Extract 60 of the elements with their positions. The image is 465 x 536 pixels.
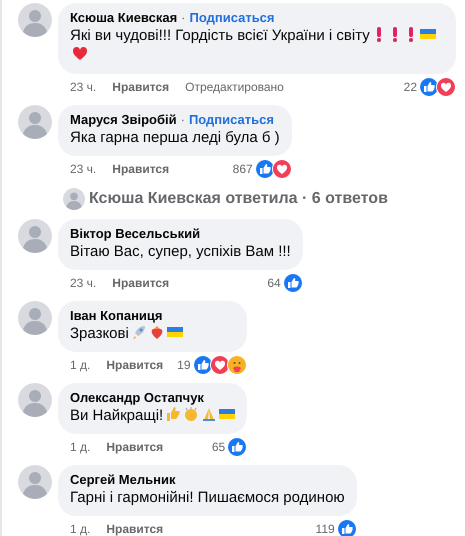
- timestamp[interactable]: 23 ч.: [70, 80, 96, 94]
- heart-emoji-icon: [72, 46, 88, 62]
- author-name[interactable]: Іван Копаниця: [70, 307, 163, 324]
- like-reaction-icon[interactable]: [419, 77, 439, 97]
- flag-emoji-icon: [166, 324, 183, 340]
- avatar-icon[interactable]: [18, 301, 52, 335]
- timestamp[interactable]: 23 ч.: [70, 276, 96, 290]
- comment-text: Вітаю Вас, супер, успіхів Вам !!!: [70, 242, 291, 262]
- like-link[interactable]: Нравится: [106, 358, 164, 372]
- timestamp[interactable]: 23 ч.: [70, 162, 96, 176]
- reaction-count[interactable]: 65: [212, 440, 226, 454]
- like-reaction-icon[interactable]: [254, 159, 275, 179]
- like-reaction-icon[interactable]: [227, 437, 248, 457]
- reaction-count[interactable]: 19: [177, 358, 191, 372]
- avatar-icon[interactable]: [18, 105, 52, 139]
- author-name[interactable]: Маруся Звіробій: [70, 111, 177, 128]
- comment-text: Зразкові: [70, 324, 235, 344]
- like-link[interactable]: Нравится: [106, 522, 164, 536]
- avatar-icon[interactable]: [18, 383, 52, 417]
- like-reaction-icon[interactable]: [336, 519, 357, 536]
- separator-dot: ·: [180, 111, 185, 128]
- edited-label: Отредактировано: [185, 80, 284, 94]
- author-name[interactable]: Віктор Весельський: [70, 225, 200, 242]
- flag-emoji-icon: [420, 26, 436, 42]
- reaction-count[interactable]: 867: [232, 162, 253, 176]
- timestamp[interactable]: 1 д.: [70, 358, 90, 372]
- follow-link[interactable]: Подписаться: [190, 9, 275, 26]
- heart-reaction-icon[interactable]: [436, 77, 456, 97]
- strawberry-emoji-icon: [148, 324, 165, 340]
- replies-link[interactable]: Ксюша Киевская ответила · 6 ответов: [89, 188, 388, 210]
- heart-reaction-icon[interactable]: [272, 159, 292, 179]
- comment-text: Ви Найкращі!: [70, 406, 236, 426]
- timestamp[interactable]: 1 д.: [70, 522, 90, 536]
- like-reaction-icon[interactable]: [192, 355, 213, 375]
- rocket-emoji-icon: [130, 324, 147, 340]
- author-name[interactable]: Ксюша Киевская: [70, 9, 178, 26]
- like-link[interactable]: Нравится: [112, 162, 170, 176]
- avatar-icon[interactable]: [18, 3, 52, 37]
- reaction-count[interactable]: 64: [267, 276, 281, 290]
- heart-reaction-icon[interactable]: [210, 355, 230, 375]
- comment-text: Яка гарна перша леді була б ): [70, 128, 280, 148]
- flag-emoji-icon: [219, 406, 236, 422]
- author-name[interactable]: Сергей Мельник: [70, 471, 176, 488]
- avatar-icon[interactable]: [18, 219, 52, 253]
- separator-dot: ·: [181, 9, 186, 26]
- avatar-icon[interactable]: [18, 465, 52, 499]
- like-link[interactable]: Нравится: [112, 276, 170, 290]
- reaction-count[interactable]: 22: [404, 80, 417, 94]
- like-link[interactable]: Нравится: [112, 80, 170, 94]
- comment-text: Гарні і гармонійні! Пишаємося родиною: [70, 488, 345, 508]
- comment-text: Які ви чудові!!! Гордість всієї України і світу: [70, 26, 444, 66]
- like-link[interactable]: Нравится: [106, 440, 164, 454]
- like-reaction-icon[interactable]: [282, 273, 303, 293]
- author-name[interactable]: Олександр Остапчук: [70, 389, 204, 406]
- avatar-icon[interactable]: [63, 188, 85, 210]
- reaction-count[interactable]: 119: [316, 522, 335, 536]
- timestamp[interactable]: 1 д.: [70, 440, 90, 454]
- hug-reaction-icon[interactable]: [226, 355, 247, 375]
- thumbs-emoji-icon: [165, 406, 182, 422]
- follow-link[interactable]: Подписаться: [188, 111, 274, 128]
